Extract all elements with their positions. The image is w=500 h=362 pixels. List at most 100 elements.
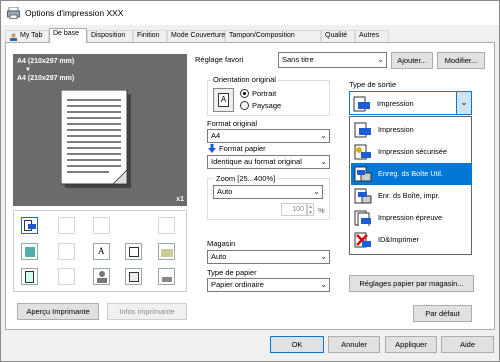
tab-label: My Tab xyxy=(20,32,43,39)
paper-settings-by-tray-button[interactable]: Réglages papier par magasin... xyxy=(349,275,474,292)
tab-de-base[interactable]: De base xyxy=(49,28,87,43)
cancel-button[interactable]: Annuler xyxy=(328,336,380,353)
favorite-select[interactable]: Sans titre ⌄ xyxy=(278,52,387,68)
punch-icon xyxy=(58,268,75,285)
output-method-dropdown: Impression Impression sécurisée Enreg. d… xyxy=(349,116,472,255)
print-options-window: Options d'impression XXX My Tab De base … xyxy=(0,0,500,362)
zoom-unit: % xyxy=(318,206,325,215)
portrait-label: Portrait xyxy=(252,89,277,98)
output-option-secure-print[interactable]: Impression sécurisée xyxy=(351,141,472,163)
combine-icon xyxy=(58,217,75,234)
printer-info-button[interactable]: Infos imprimante xyxy=(107,303,187,320)
quality-icon xyxy=(125,268,142,285)
tab-label: Mode Couverture xyxy=(171,32,226,39)
tab-tampon-composition[interactable]: Tampon/Composition xyxy=(225,30,321,42)
chevron-down-icon[interactable]: ⌄ xyxy=(456,92,471,114)
zoom-mode-select[interactable]: Auto ⌄ xyxy=(213,185,323,199)
zoom-mode-value: Auto xyxy=(217,187,233,196)
color-icon xyxy=(21,243,38,260)
font-icon: A xyxy=(93,243,110,260)
add-favorite-button[interactable]: Ajouter... xyxy=(391,52,433,69)
document-icon xyxy=(21,268,38,285)
paper-tray-select[interactable]: Auto ⌄ xyxy=(207,250,330,264)
output-method-value: Impression xyxy=(377,99,414,108)
apply-button[interactable]: Appliquer xyxy=(385,336,437,353)
tab-finition[interactable]: Finition xyxy=(133,30,167,42)
paper-tray-label: Magasin xyxy=(207,239,236,248)
duplex-icon xyxy=(93,217,110,234)
paper-size-value: Identique au format original xyxy=(211,157,302,166)
tab-label: Autres xyxy=(359,32,380,39)
paper-type-select[interactable]: Papier ordinaire ⌄ xyxy=(207,278,330,292)
tab-my-tab[interactable]: My Tab xyxy=(5,30,49,42)
id-print-icon xyxy=(354,232,371,248)
copies-count: x1 xyxy=(176,196,184,203)
favorite-value: Sans titre xyxy=(282,55,314,64)
tab-label: Tampon/Composition xyxy=(229,32,295,39)
default-button[interactable]: Par défaut xyxy=(413,305,472,322)
tab-autres[interactable]: Autres xyxy=(355,30,389,42)
chevron-down-icon: ⌄ xyxy=(313,187,320,196)
zoom-percent-field[interactable]: 100 xyxy=(281,203,307,216)
output-option-save-to-box[interactable]: Enreg. ds Boîte Util. xyxy=(351,163,472,185)
proof-print-icon xyxy=(354,210,371,226)
output-option-proof-print[interactable]: Impression épreuve xyxy=(351,207,472,229)
paper-size-label: Format papier xyxy=(219,144,266,153)
orientation-title: Orientation original xyxy=(211,75,278,84)
original-size-select[interactable]: A4 ⌄ xyxy=(207,129,330,143)
tab-label: Finition xyxy=(137,32,160,39)
chevron-down-icon: ⌄ xyxy=(320,252,327,261)
radio-unchecked-icon xyxy=(240,101,249,110)
staple-icon xyxy=(158,217,175,234)
tab-disposition[interactable]: Disposition xyxy=(87,30,133,42)
original-size-label: Format original xyxy=(207,119,258,128)
printer-app-icon xyxy=(7,7,20,19)
window-title: Options d'impression XXX xyxy=(25,8,124,18)
landscape-label: Paysage xyxy=(252,101,282,110)
ok-button[interactable]: OK xyxy=(270,336,324,353)
output-print-icon xyxy=(21,217,38,234)
printer-view-button[interactable]: Aperçu Imprimante xyxy=(17,303,99,320)
tab-mode-couverture[interactable]: Mode Couverture xyxy=(167,30,225,42)
favorite-label: Réglage favori xyxy=(195,55,244,64)
chevron-down-icon: ⌄ xyxy=(377,55,384,64)
option-label: Enreg. ds Boîte Util. xyxy=(378,169,443,178)
output-option-print[interactable]: Impression xyxy=(351,119,472,141)
output-option-id-print[interactable]: ID&Imprimer xyxy=(351,229,472,251)
booklet-icon xyxy=(58,243,75,260)
function-icon-grid: A xyxy=(13,210,187,292)
tab-label: Disposition xyxy=(91,32,126,39)
tab-label: Qualité xyxy=(325,32,348,39)
option-label: Enr. ds Boîte, impr. xyxy=(378,191,440,200)
tab-panel-de-base: A4 (210x297 mm) ▼ A4 (210x297 mm) x1 A A… xyxy=(5,42,495,330)
tab-qualite[interactable]: Qualité xyxy=(321,30,355,42)
chevron-down-icon: ⌄ xyxy=(320,131,327,140)
paper-label-output: A4 (210x297 mm) xyxy=(17,75,75,82)
paper-label-original: A4 (210x297 mm) xyxy=(17,58,75,65)
paper-type-value: Papier ordinaire xyxy=(211,280,264,289)
output-method-select[interactable]: Impression ⌄ xyxy=(349,91,472,115)
orientation-preview-icon: A xyxy=(213,88,234,112)
arrow-down-icon xyxy=(208,144,216,153)
layout-icon xyxy=(125,243,142,260)
option-label: Impression épreuve xyxy=(378,213,443,222)
original-size-value: A4 xyxy=(211,131,221,140)
paper-size-select[interactable]: Identique au format original ⌄ xyxy=(207,155,330,169)
page-preview: A4 (210x297 mm) ▼ A4 (210x297 mm) x1 xyxy=(13,54,187,206)
folder-icon xyxy=(158,243,175,260)
stamp-icon xyxy=(158,268,175,285)
print-icon xyxy=(353,96,370,112)
person-icon xyxy=(10,33,17,41)
user-auth-icon xyxy=(93,268,110,285)
output-option-save-and-print[interactable]: Enr. ds Boîte, impr. xyxy=(351,185,472,207)
tab-bar: My Tab De base Disposition Finition Mode… xyxy=(5,28,495,43)
output-method-label: Type de sortie xyxy=(349,80,397,89)
help-button[interactable]: Aide xyxy=(441,336,494,353)
tab-label: De base xyxy=(53,30,80,37)
edit-favorite-button[interactable]: Modifier... xyxy=(437,52,485,69)
zoom-label: Zoom [25...400%] xyxy=(214,174,278,183)
secure-print-icon xyxy=(354,144,371,160)
save-and-print-icon xyxy=(354,188,372,204)
save-to-box-icon xyxy=(354,166,372,182)
zoom-spinner[interactable]: ▲ ▼ xyxy=(307,203,314,216)
